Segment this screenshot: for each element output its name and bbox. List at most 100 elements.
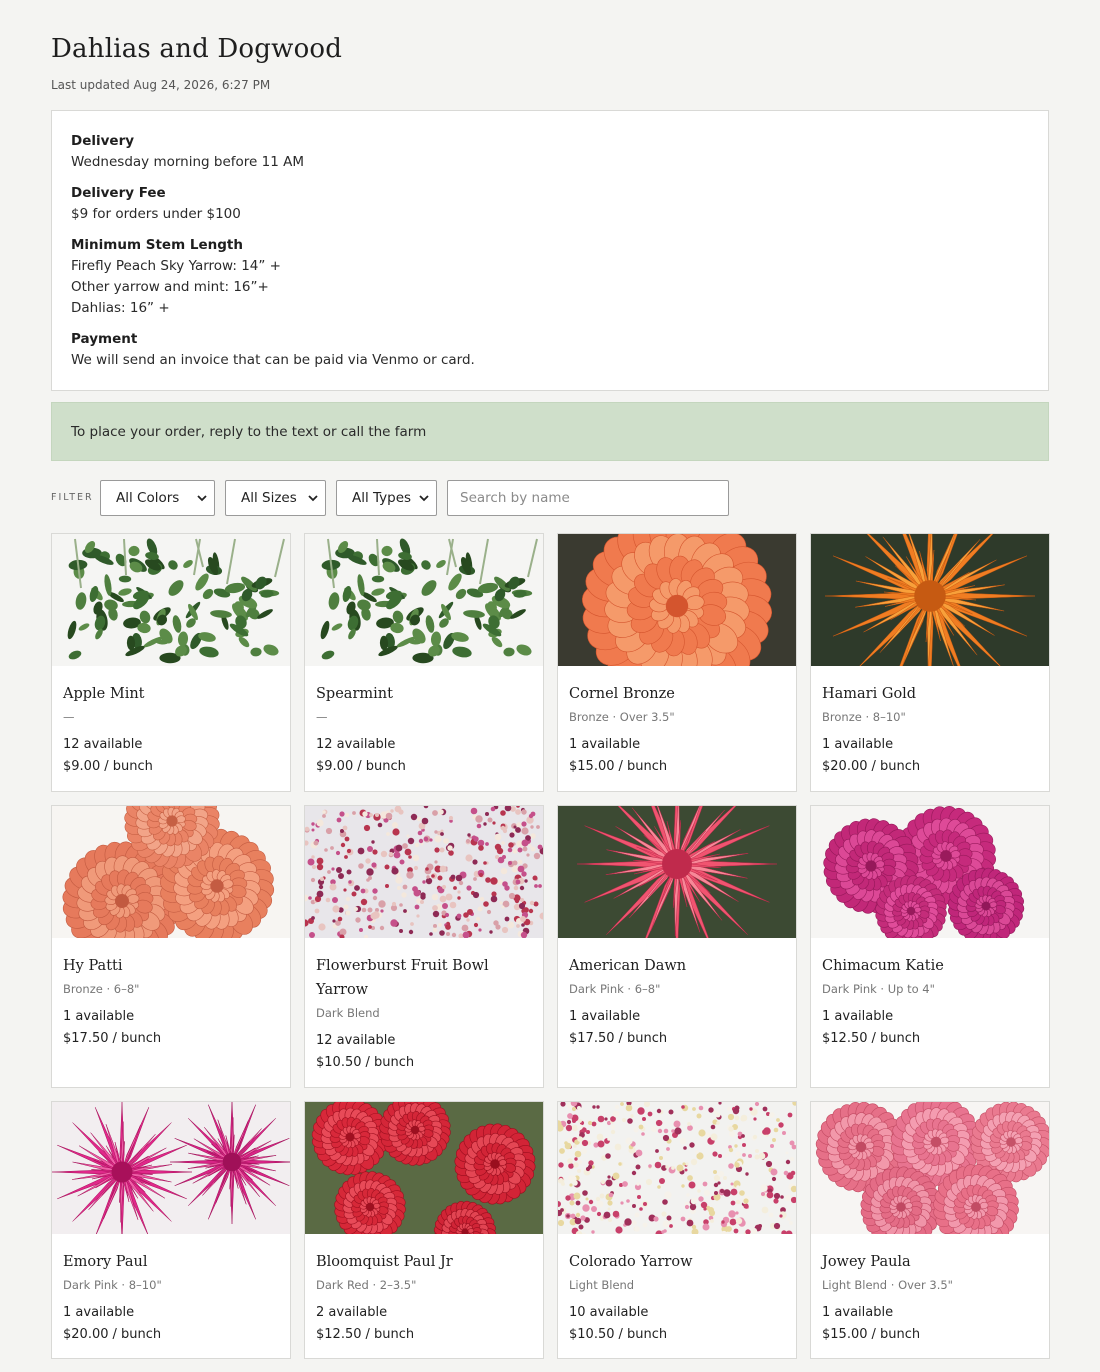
product-name: Apple Mint <box>63 686 145 702</box>
product-price: $20.00 <box>63 1327 109 1342</box>
product-availability: 1 available <box>63 1305 135 1320</box>
product-name: Flowerburst Fruit Bowl Yarrow <box>316 958 489 998</box>
product-card[interactable]: Bloomquist Paul Jr Dark Red · 2–3.5" 2 ava… <box>304 1101 544 1359</box>
product-price: $10.50 <box>569 1327 615 1342</box>
product-card[interactable]: Flowerburst Fruit Bowl Yarrow Dark Blend 1… <box>304 805 544 1088</box>
product-meta: Light Blend · Over 3.5" <box>822 1278 953 1292</box>
color-filter-value: All Colors <box>116 490 180 506</box>
product-meta: Dark Pink · 6–8" <box>569 982 661 996</box>
delivery-section: Delivery Wednesday morning before 11 AM <box>71 131 1029 173</box>
product-image <box>52 534 290 666</box>
size-filter-select[interactable]: All Sizes <box>225 480 326 516</box>
product-image <box>811 1102 1049 1234</box>
product-price-row: $12.50/ bunch <box>822 1031 920 1046</box>
product-unit: / bunch <box>871 1327 921 1342</box>
product-price: $10.50 <box>316 1055 362 1070</box>
product-unit: / bunch <box>618 1327 668 1342</box>
search-input[interactable] <box>447 480 729 516</box>
product-name: Jowey Paula <box>822 1254 911 1270</box>
product-card[interactable]: American Dawn Dark Pink · 6–8" 1 available… <box>557 805 797 1088</box>
product-name: Cornel Bronze <box>569 686 675 702</box>
product-unit: / bunch <box>618 1031 668 1046</box>
product-availability: 10 available <box>569 1305 649 1320</box>
product-name: Bloomquist Paul Jr <box>316 1254 453 1270</box>
product-image <box>558 806 796 938</box>
product-unit: / bunch <box>365 1055 415 1070</box>
product-image <box>305 534 543 666</box>
product-meta: — <box>316 710 328 724</box>
stem-line: Dahlias: 16” + <box>71 300 170 316</box>
product-card[interactable]: Spearmint — 12 available $9.00/ bunch <box>304 533 544 792</box>
product-unit: / bunch <box>618 759 668 774</box>
product-price: $12.50 <box>316 1327 362 1342</box>
info-panel: Delivery Wednesday morning before 11 AM … <box>51 110 1049 391</box>
product-price-row: $9.00/ bunch <box>63 759 153 774</box>
product-meta: Bronze · 6–8" <box>63 982 140 996</box>
product-unit: / bunch <box>871 759 921 774</box>
stem-line: Other yarrow and mint: 16”+ <box>71 279 269 295</box>
product-meta: — <box>63 710 75 724</box>
product-price: $17.50 <box>63 1031 109 1046</box>
product-availability: 12 available <box>316 1033 396 1048</box>
product-availability: 12 available <box>63 737 143 752</box>
chevron-down-icon <box>419 495 429 502</box>
product-price: $9.00 <box>63 759 101 774</box>
product-card[interactable]: Jowey Paula Light Blend · Over 3.5" 1 avai… <box>810 1101 1050 1359</box>
type-filter-select[interactable]: All Types <box>336 480 437 516</box>
product-price: $12.50 <box>822 1031 868 1046</box>
product-image <box>52 1102 290 1234</box>
product-card[interactable]: Hy Patti Bronze · 6–8" 1 available $17.50/ … <box>51 805 291 1088</box>
product-card[interactable]: Apple Mint — 12 available $9.00/ bunch <box>51 533 291 792</box>
product-image <box>558 534 796 666</box>
product-price-row: $9.00/ bunch <box>316 759 406 774</box>
product-meta: Dark Pink · 8–10" <box>63 1278 162 1292</box>
fee-text: $9 for orders under $100 <box>71 206 241 222</box>
stem-section: Minimum Stem Length Firefly Peach Sky Ya… <box>71 235 1029 319</box>
product-name: Hy Patti <box>63 958 123 974</box>
product-meta: Dark Pink · Up to 4" <box>822 982 935 996</box>
color-filter-select[interactable]: All Colors <box>100 480 215 516</box>
product-availability: 1 available <box>569 1009 641 1024</box>
product-price-row: $20.00/ bunch <box>63 1327 161 1342</box>
delivery-heading: Delivery <box>71 133 135 149</box>
product-unit: / bunch <box>365 1327 415 1342</box>
stem-line: Firefly Peach Sky Yarrow: 14” + <box>71 258 281 274</box>
product-image <box>558 1102 796 1234</box>
product-availability: 1 available <box>822 1009 894 1024</box>
payment-heading: Payment <box>71 331 138 347</box>
product-price: $15.00 <box>822 1327 868 1342</box>
product-card[interactable]: Chimacum Katie Dark Pink · Up to 4" 1 avai… <box>810 805 1050 1088</box>
product-card[interactable]: Hamari Gold Bronze · 8–10" 1 available $20.… <box>810 533 1050 792</box>
product-price-row: $10.50/ bunch <box>569 1327 667 1342</box>
product-card[interactable]: Emory Paul Dark Pink · 8–10" 1 available $2… <box>51 1101 291 1359</box>
product-availability: 1 available <box>63 1009 135 1024</box>
size-filter-value: All Sizes <box>241 490 297 506</box>
product-price-row: $10.50/ bunch <box>316 1055 414 1070</box>
payment-section: Payment We will send an invoice that can… <box>71 329 1029 371</box>
product-image <box>305 806 543 938</box>
product-availability: 1 available <box>822 1305 894 1320</box>
last-updated: Last updated Aug 24, 2026, 6:27 PM <box>51 78 271 92</box>
product-price-row: $12.50/ bunch <box>316 1327 414 1342</box>
product-meta: Bronze · Over 3.5" <box>569 710 675 724</box>
product-card[interactable]: Colorado Yarrow Light Blend 10 available $1… <box>557 1101 797 1359</box>
fee-heading: Delivery Fee <box>71 185 166 201</box>
type-filter-value: All Types <box>352 490 412 506</box>
product-availability: 1 available <box>822 737 894 752</box>
filter-label: FILTER <box>51 492 94 503</box>
product-meta: Dark Red · 2–3.5" <box>316 1278 417 1292</box>
product-card[interactable]: Cornel Bronze Bronze · Over 3.5" 1 availab… <box>557 533 797 792</box>
product-meta: Light Blend <box>569 1278 635 1292</box>
product-meta: Bronze · 8–10" <box>822 710 906 724</box>
product-image <box>811 534 1049 666</box>
product-name: Spearmint <box>316 686 393 702</box>
product-name: Hamari Gold <box>822 686 917 702</box>
chevron-down-icon <box>308 495 318 502</box>
product-price-row: $15.00/ bunch <box>822 1327 920 1342</box>
product-price: $20.00 <box>822 759 868 774</box>
product-unit: / bunch <box>112 1327 162 1342</box>
product-image <box>811 806 1049 938</box>
product-availability: 1 available <box>569 737 641 752</box>
product-price: $17.50 <box>569 1031 615 1046</box>
product-unit: / bunch <box>112 1031 162 1046</box>
